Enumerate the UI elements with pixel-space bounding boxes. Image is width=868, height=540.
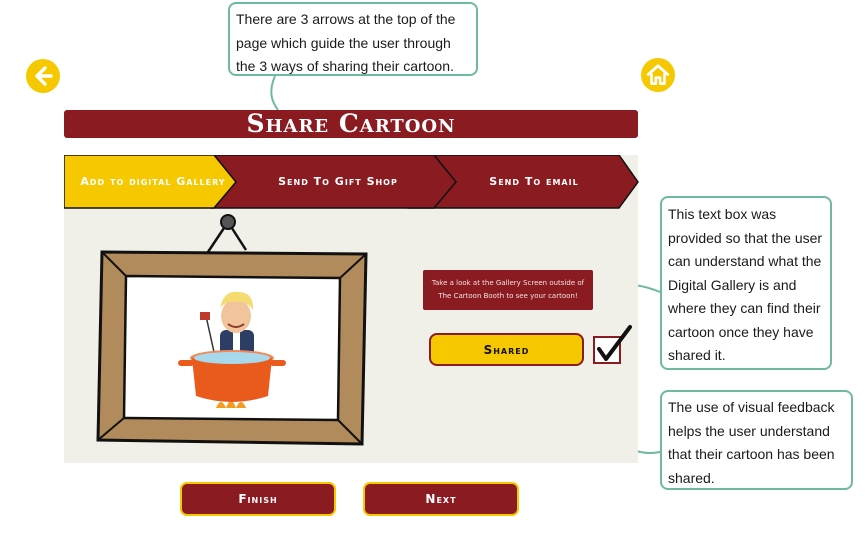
shared-button[interactable]: Shared [429, 333, 584, 366]
home-button[interactable] [641, 58, 675, 92]
callout-textbox-note: This text box was provided so that the u… [660, 196, 832, 370]
checkbox-checked-icon [593, 325, 632, 364]
step-send-to-gift-shop[interactable]: Send To Gift Shop [248, 155, 428, 208]
arrow-left-icon [35, 66, 53, 86]
share-steps-nav: Add to digital Gallery Send To Gift Shop… [63, 154, 640, 210]
next-button[interactable]: Next [363, 482, 519, 516]
callout-feedback-note: The use of visual feedback helps the use… [660, 390, 853, 490]
cartoon-frame [96, 212, 372, 452]
gallery-info-message: Take a look at the Gallery Screen outsid… [423, 270, 593, 310]
home-icon [646, 64, 670, 85]
page-title: Share Cartoon [64, 110, 638, 138]
step-send-to-email[interactable]: Send To email [448, 155, 620, 208]
step-add-to-digital-gallery[interactable]: Add to digital Gallery [64, 155, 242, 208]
callout-arrows-note: There are 3 arrows at the top of the pag… [228, 2, 478, 76]
back-button[interactable] [26, 59, 60, 93]
finish-button[interactable]: Finish [180, 482, 336, 516]
